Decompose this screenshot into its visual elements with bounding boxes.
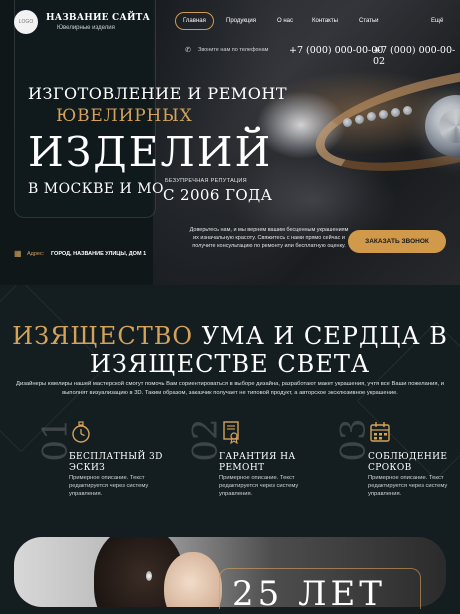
feature-title: ГАРАНТИЯ НА РЕМОНТ (219, 452, 296, 474)
phone-number-2[interactable]: +7 (000) 000-00-02 (373, 45, 460, 67)
reputation-label: БЕЗУПРЕЧНАЯ РЕПУТАЦИЯ (165, 178, 247, 184)
pave-stone (391, 108, 400, 117)
phone-number-1[interactable]: +7 (000) 000-00-00 (289, 45, 383, 56)
call-label: Звоните нам по телефонам (198, 47, 269, 53)
hero-description: Доверьтесь нам, и мы вернем вашим бесцен… (189, 227, 349, 249)
main-nav: Главная Продукция О нас Контакты Статьи … (175, 12, 450, 30)
pave-stone (367, 112, 376, 121)
order-call-button[interactable]: ЗАКАЗАТЬ ЗВОНОК (348, 230, 446, 253)
ring-diamond (425, 95, 460, 157)
feature-title-line-1: БЕСПЛАТНЫЙ 3D (69, 452, 163, 462)
phone-icon: ✆ (185, 47, 191, 54)
hero-title-line-4: В МОСКВЕ И МО (28, 181, 165, 197)
nav-item-more[interactable]: Ещё (431, 12, 443, 30)
pave-stone (355, 115, 364, 124)
nav-item-about[interactable]: О нас (277, 12, 293, 30)
feature-text: Примерное описание. Текст редактируется … (219, 475, 299, 497)
feature-title: СОБЛЮДЕНИЕ СРОКОВ (368, 452, 447, 474)
reputation-years: С 2006 ГОДА (163, 186, 273, 204)
feature-title-line-2: СРОКОВ (368, 463, 412, 473)
hero-title-line-2: ЮВЕЛИРНЫХ (56, 106, 193, 126)
building-icon: ▦ (14, 249, 22, 258)
section-title-rest: УМА И СЕРДЦА В (193, 322, 448, 350)
section-title-line-1: ИЗЯЩЕСТВО УМА И СЕРДЦА В (0, 322, 460, 350)
stat-value: 25 ЛЕТ (232, 574, 386, 614)
feature-title: БЕСПЛАТНЫЙ 3D ЭСКИЗ (69, 452, 163, 474)
logo[interactable]: LOGO (14, 10, 38, 34)
address-label: Адрес: (27, 251, 45, 257)
hero-title-line-3: ИЗДЕЛИЙ (28, 128, 273, 176)
site-subtitle: Ювелирные изделия (57, 25, 115, 31)
earring (146, 571, 152, 581)
pave-stone (343, 118, 352, 127)
feature-title-line-2: ЭСКИЗ (69, 463, 106, 473)
calendar-icon (370, 422, 390, 442)
nav-item-articles[interactable]: Статьи (359, 12, 378, 30)
nav-item-products[interactable]: Продукция (226, 12, 256, 30)
nav-item-contacts[interactable]: Контакты (312, 12, 338, 30)
feature-title-line-1: ГАРАНТИЯ НА (219, 452, 296, 462)
feature-text: Примерное описание. Текст редактируется … (368, 475, 448, 497)
section-title-line-2: ИЗЯЩЕСТВЕ СВЕТА (89, 350, 371, 378)
feature-text: Примерное описание. Текст редактируется … (69, 475, 149, 497)
nav-item-home[interactable]: Главная (175, 12, 214, 30)
section-title-accent: ИЗЯЩЕСТВО (12, 322, 194, 350)
stopwatch-icon (72, 421, 90, 443)
site-name[interactable]: НАЗВАНИЕ САЙТА (46, 13, 150, 23)
ring-band (306, 47, 460, 191)
model-face (164, 552, 222, 607)
feature-title-line-2: РЕМОНТ (219, 463, 265, 473)
hero-title-line-1: ИЗГОТОВЛЕНИЕ И РЕМОНТ (28, 84, 287, 103)
feature-title-line-1: СОБЛЮДЕНИЕ (368, 452, 448, 462)
address-value: ГОРОД, НАЗВАНИЕ УЛИЦЫ, ДОМ 1 (51, 251, 147, 257)
certificate-icon (223, 421, 239, 444)
pave-stone (403, 106, 412, 115)
section-description: Дизайнеры ювелиры нашей мастерской смогу… (16, 381, 444, 396)
pave-stone (379, 110, 388, 119)
